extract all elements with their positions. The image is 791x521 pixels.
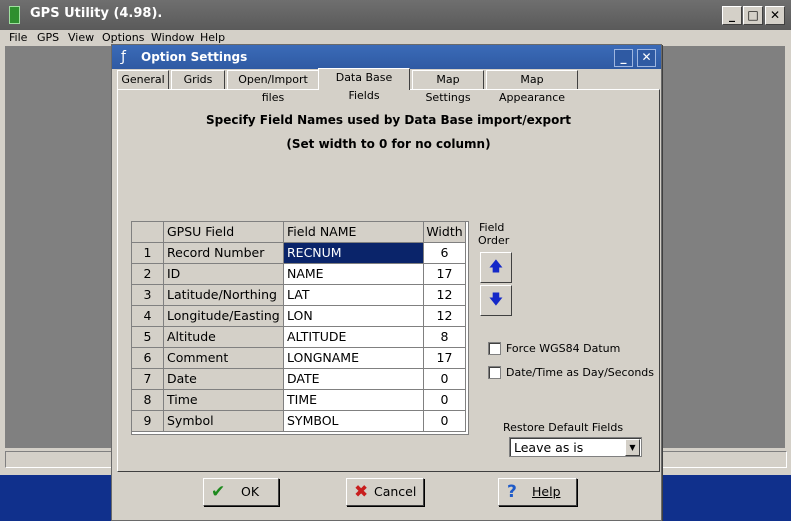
field-name-cell[interactable]: RECNUM (284, 243, 424, 264)
tab-map-settings[interactable]: Map Settings (412, 70, 484, 104)
arrow-down-icon: 🡇 (488, 292, 504, 308)
field-name-cell[interactable]: ALTITUDE (284, 327, 424, 348)
field-name-cell[interactable]: SYMBOL (284, 411, 424, 432)
field-order-label-line1: Field (479, 221, 505, 234)
width-cell[interactable]: 8 (424, 327, 466, 348)
column-header-gpsu-field: GPSU Field (164, 222, 284, 243)
question-icon: ? (507, 482, 517, 502)
check-icon: ✔ (211, 482, 226, 502)
app-title: GPS Utility (4.98). (30, 6, 163, 21)
move-down-button[interactable]: 🡇 (480, 285, 512, 316)
panel-subheading: (Set width to 0 for no column) (286, 137, 491, 151)
app-minimize-button[interactable]: _ (722, 6, 742, 25)
menu-gps[interactable]: GPS (37, 31, 59, 44)
help-button[interactable]: ? Help (498, 478, 577, 506)
app-close-button[interactable]: ✕ (765, 6, 785, 25)
tab-map-appearance[interactable]: Map Appearance (486, 70, 578, 104)
dialog-title: Option Settings (141, 50, 248, 64)
menu-window[interactable]: Window (151, 31, 194, 44)
gpsu-field-cell: Comment (164, 348, 284, 369)
option-settings-dialog: ƒ Option Settings _ ✕ General Grids Open… (111, 44, 662, 521)
row-number: 7 (132, 369, 164, 390)
menu-view[interactable]: View (68, 31, 94, 44)
width-cell[interactable]: 12 (424, 306, 466, 327)
datetime-day-seconds-label: Date/Time as Day/Seconds (506, 366, 655, 379)
gpsu-field-cell: Altitude (164, 327, 284, 348)
cross-icon: ✖ (354, 482, 369, 502)
width-cell[interactable]: 17 (424, 348, 466, 369)
tab-data-base-fields[interactable]: Data Base Fields (318, 68, 410, 102)
width-cell[interactable]: 6 (424, 243, 466, 264)
row-number: 4 (132, 306, 164, 327)
gpsu-field-cell: ID (164, 264, 284, 285)
gpsu-field-cell: Symbol (164, 411, 284, 432)
chevron-down-icon[interactable]: ▼ (625, 439, 640, 456)
dialog-close-button[interactable]: ✕ (637, 49, 656, 67)
width-cell[interactable]: 0 (424, 369, 466, 390)
arrow-up-icon: 🡅 (488, 259, 504, 275)
width-cell[interactable]: 0 (424, 411, 466, 432)
settings-icon: ƒ (121, 49, 126, 65)
row-number: 6 (132, 348, 164, 369)
restore-default-value: Leave as is (514, 440, 584, 455)
dialog-minimize-button[interactable]: _ (614, 49, 633, 67)
restore-default-fields-label: Restore Default Fields (503, 421, 624, 434)
field-order-label-line2: Order (478, 234, 510, 247)
field-name-cell[interactable]: LONGNAME (284, 348, 424, 369)
row-number: 5 (132, 327, 164, 348)
panel-heading: Specify Field Names used by Data Base im… (205, 113, 572, 127)
gpsu-field-cell: Date (164, 369, 284, 390)
cancel-label: Cancel (374, 484, 417, 499)
gpsu-field-cell: Record Number (164, 243, 284, 264)
menu-help[interactable]: Help (200, 31, 225, 44)
field-name-cell[interactable]: NAME (284, 264, 424, 285)
row-number: 2 (132, 264, 164, 285)
ok-button[interactable]: ✔ OK (203, 478, 279, 506)
row-number: 1 (132, 243, 164, 264)
tab-general[interactable]: General (117, 70, 169, 89)
gpsu-field-cell: Latitude/Northing (164, 285, 284, 306)
width-cell[interactable]: 17 (424, 264, 466, 285)
app-title-bar: GPS Utility (4.98). _ □ ✕ (0, 0, 791, 30)
datetime-day-seconds-checkbox[interactable] (488, 366, 501, 379)
ok-label: OK (241, 484, 260, 499)
tab-open-import-files[interactable]: Open/Import files (227, 70, 319, 104)
dialog-title-bar: ƒ Option Settings _ ✕ (112, 45, 661, 69)
app-maximize-button[interactable]: □ (743, 6, 763, 25)
table-corner (132, 222, 164, 243)
width-cell[interactable]: 0 (424, 390, 466, 411)
column-header-width: Width (424, 222, 466, 243)
help-label: Help (532, 484, 561, 499)
width-cell[interactable]: 12 (424, 285, 466, 306)
row-number: 9 (132, 411, 164, 432)
field-name-cell[interactable]: LON (284, 306, 424, 327)
tab-grids[interactable]: Grids (171, 70, 225, 89)
menu-file[interactable]: File (9, 31, 27, 44)
gpsu-field-cell: Time (164, 390, 284, 411)
field-name-cell[interactable]: TIME (284, 390, 424, 411)
gpsu-field-cell: Longitude/Easting (164, 306, 284, 327)
row-number: 8 (132, 390, 164, 411)
data-base-fields-panel: Specify Field Names used by Data Base im… (117, 89, 660, 472)
column-header-field-name: Field NAME (284, 222, 424, 243)
menu-options[interactable]: Options (102, 31, 144, 44)
restore-default-fields-select[interactable]: Leave as is ▼ (509, 437, 642, 457)
field-name-cell[interactable]: LAT (284, 285, 424, 306)
cancel-button[interactable]: ✖ Cancel (346, 478, 424, 506)
field-table: GPSU Field Field NAME Width 1 Record Num… (131, 221, 469, 435)
row-number: 3 (132, 285, 164, 306)
force-wgs84-checkbox[interactable] (488, 342, 501, 355)
gps-utility-icon (9, 6, 20, 24)
force-wgs84-label: Force WGS84 Datum (506, 342, 621, 355)
field-name-cell[interactable]: DATE (284, 369, 424, 390)
move-up-button[interactable]: 🡅 (480, 252, 512, 283)
